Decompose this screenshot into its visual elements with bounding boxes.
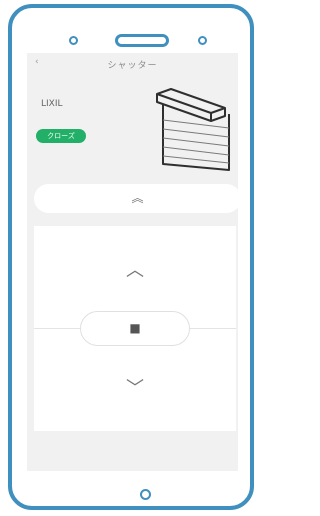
control-panel: ︿ ■ ﹀ (34, 226, 236, 431)
shutter-icon (156, 88, 230, 171)
page-title: シャッター (107, 61, 158, 71)
open-all-button[interactable]: ︽ (34, 184, 238, 213)
chevron-up-icon: ︿ (126, 260, 144, 281)
chevron-down-icon: ﹀ (126, 378, 144, 399)
double-chevron-up-icon: ︽ (131, 191, 144, 205)
up-button[interactable]: ︿ (120, 256, 150, 286)
device-brand: LIXIL (41, 99, 63, 109)
stop-button[interactable]: ■ (80, 311, 190, 346)
speaker-grille (115, 34, 169, 47)
sensor-icon (198, 36, 207, 45)
status-badge: クローズ (36, 129, 86, 143)
stop-icon: ■ (129, 321, 141, 335)
down-button[interactable]: ﹀ (120, 374, 150, 404)
app-screen: ‹ シャッター LIXIL クローズ ︽ ︿ ■ ﹀ (27, 53, 238, 471)
front-camera-icon (69, 36, 78, 45)
home-button[interactable] (140, 489, 151, 500)
